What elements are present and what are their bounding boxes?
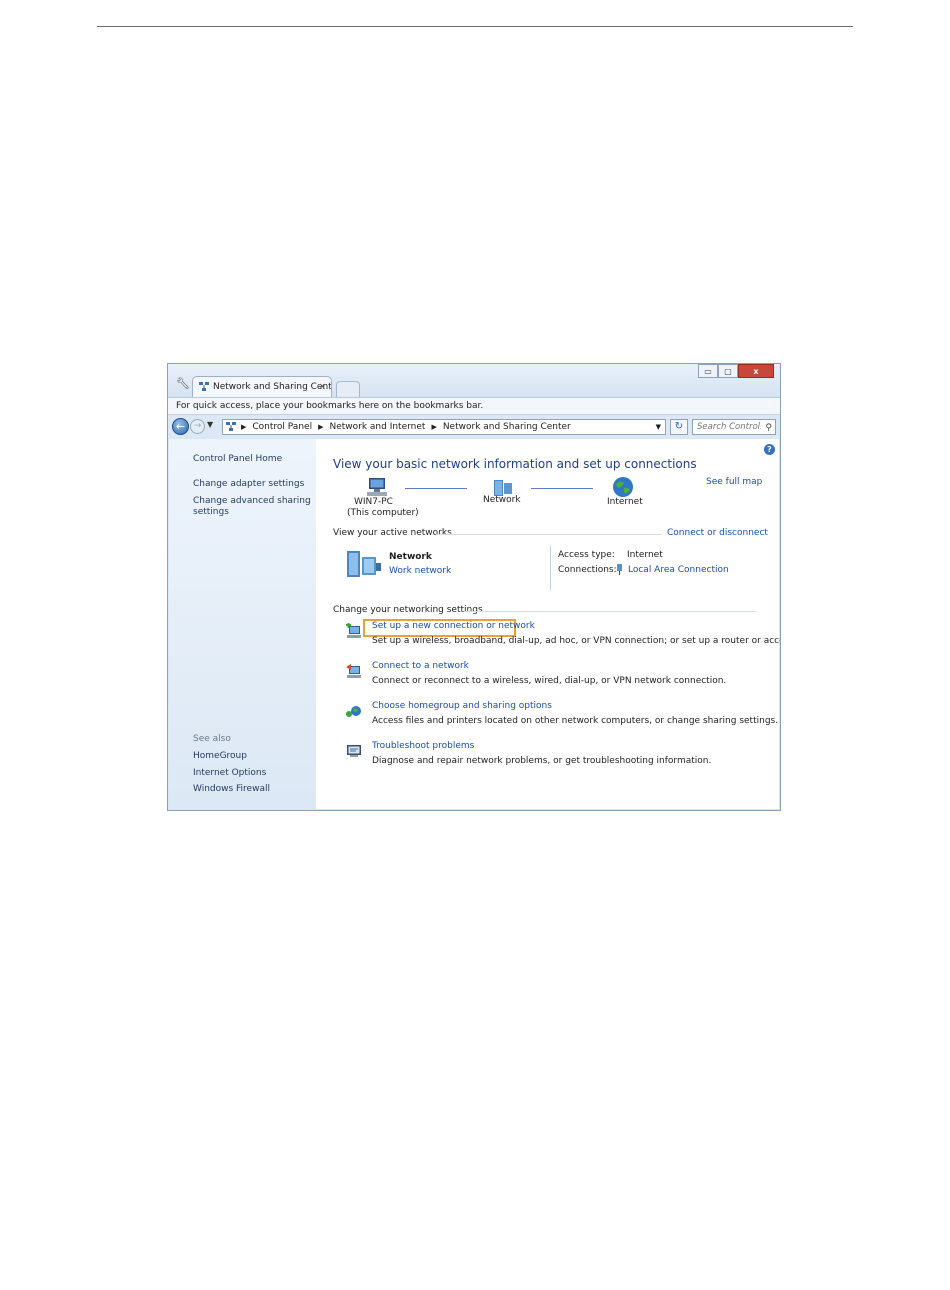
search-box: ⚲	[692, 419, 776, 435]
computer-subtitle: (This computer)	[347, 508, 419, 518]
setup-new-connection-desc: Set up a wireless, broadband, dial-up, a…	[372, 636, 781, 646]
navigation-bar: ← → ▼ ▶ Control Panel ▶ Network and Inte…	[168, 416, 780, 438]
troubleshoot-problems-link[interactable]: Troubleshoot problems	[372, 741, 474, 751]
breadcrumb-arrow-icon[interactable]: ▶	[318, 420, 323, 434]
network-type-link[interactable]: Work network	[389, 566, 451, 576]
sidebar: Control Panel Home Change adapter settin…	[169, 439, 316, 809]
connect-to-network-link[interactable]: Connect to a network	[372, 661, 469, 671]
page-title: View your basic network information and …	[333, 457, 697, 471]
sidebar-windows-firewall[interactable]: Windows Firewall	[193, 784, 270, 795]
computer-name: WIN7-PC	[354, 497, 393, 507]
computer-icon	[367, 478, 387, 496]
new-tab-button[interactable]	[336, 381, 360, 398]
networking-settings-heading: Change your networking settings	[333, 605, 483, 615]
map-connector-line	[531, 488, 593, 489]
address-dropdown-icon[interactable]: ▼	[656, 420, 661, 434]
breadcrumb-network-sharing-center[interactable]: Network and Sharing Center	[443, 420, 571, 434]
browser-window: 🔧︎ Network and Sharing Cent × ▭ ▢ x For …	[167, 363, 781, 811]
sidebar-change-adapter[interactable]: Change adapter settings	[193, 479, 304, 490]
title-bar: 🔧︎ Network and Sharing Cent × ▭ ▢ x	[168, 364, 780, 398]
network-tab-icon	[199, 382, 209, 391]
sidebar-control-panel-home[interactable]: Control Panel Home	[193, 454, 282, 465]
active-network-name: Network	[389, 552, 432, 562]
connect-or-disconnect-link[interactable]: Connect or disconnect	[667, 528, 768, 538]
network-node-label: Network	[483, 495, 521, 505]
new-connection-icon	[346, 623, 361, 638]
minimize-button[interactable]: ▭	[698, 364, 718, 378]
network-building-icon	[347, 551, 381, 577]
connect-to-network-desc: Connect or reconnect to a wireless, wire…	[372, 676, 727, 686]
tab-network-sharing[interactable]: Network and Sharing Cent ×	[192, 376, 332, 397]
troubleshoot-problems-desc: Diagnose and repair network problems, or…	[372, 756, 712, 766]
see-full-map-link[interactable]: See full map	[706, 477, 762, 487]
wrench-icon[interactable]: 🔧︎	[176, 377, 190, 390]
sidebar-change-advanced-sharing-cont[interactable]: settings	[193, 507, 229, 518]
ethernet-icon	[617, 564, 622, 575]
active-networks-heading: View your active networks	[333, 528, 452, 538]
sidebar-internet-options[interactable]: Internet Options	[193, 768, 266, 779]
map-connector-line	[405, 488, 467, 489]
close-button[interactable]: x	[738, 364, 774, 378]
address-bar[interactable]: ▶ Control Panel ▶ Network and Internet ▶…	[222, 419, 666, 435]
breadcrumb-arrow-icon[interactable]: ▶	[241, 420, 246, 434]
homegroup-icon	[346, 706, 361, 717]
tab-close-icon[interactable]: ×	[318, 377, 326, 397]
vertical-divider	[550, 545, 551, 591]
section-divider	[436, 534, 662, 535]
access-type-value: Internet	[627, 550, 663, 560]
breadcrumb-network-internet[interactable]: Network and Internet	[329, 420, 425, 434]
tab-title: Network and Sharing Cent	[213, 382, 332, 392]
refresh-button[interactable]: ↻	[670, 419, 688, 435]
homegroup-sharing-desc: Access files and printers located on oth…	[372, 716, 779, 726]
breadcrumb-arrow-icon[interactable]: ▶	[431, 420, 436, 434]
bookmarks-bar: For quick access, place your bookmarks h…	[168, 397, 780, 415]
local-area-connection-link[interactable]: Local Area Connection	[628, 565, 729, 575]
access-type-label: Access type:	[558, 550, 615, 560]
main-content: ? View your basic network information an…	[316, 439, 781, 809]
page-header-rule	[97, 26, 853, 27]
forward-button[interactable]: →	[190, 419, 205, 434]
section-divider	[464, 611, 756, 612]
network-address-icon	[226, 422, 236, 431]
window-controls: ▭ ▢ x	[698, 364, 774, 378]
connect-network-icon	[346, 664, 361, 678]
help-icon[interactable]: ?	[764, 444, 775, 455]
back-button[interactable]: ←	[172, 418, 189, 435]
see-also-label: See also	[193, 734, 231, 744]
internet-node-label: Internet	[607, 497, 643, 507]
setup-new-connection-link[interactable]: Set up a new connection or network	[372, 621, 535, 631]
search-icon[interactable]: ⚲	[765, 421, 772, 435]
breadcrumb-control-panel[interactable]: Control Panel	[252, 420, 312, 434]
troubleshoot-icon	[347, 745, 361, 757]
homegroup-sharing-link[interactable]: Choose homegroup and sharing options	[372, 701, 552, 711]
recent-pages-dropdown-icon[interactable]: ▼	[207, 420, 213, 429]
sidebar-homegroup[interactable]: HomeGroup	[193, 751, 247, 762]
connections-label: Connections:	[558, 565, 617, 575]
sidebar-change-advanced-sharing[interactable]: Change advanced sharing	[193, 496, 311, 507]
globe-icon	[613, 477, 633, 497]
search-input[interactable]	[697, 420, 761, 434]
maximize-button[interactable]: ▢	[718, 364, 738, 378]
breadcrumb: ▶ Control Panel ▶ Network and Internet ▶…	[241, 420, 571, 434]
